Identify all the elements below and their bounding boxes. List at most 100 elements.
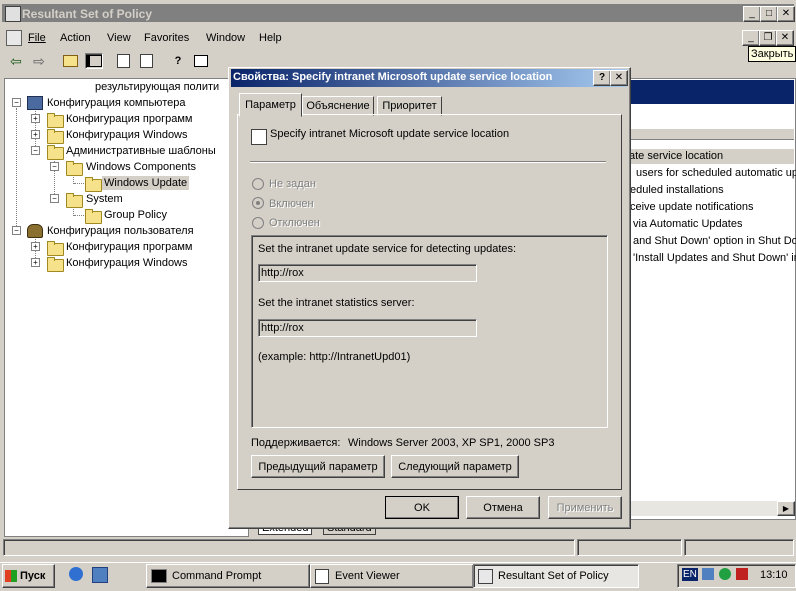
detect-label: Set the intranet update service for dete… — [258, 243, 517, 255]
tab-explain[interactable]: Объяснение — [302, 96, 374, 116]
export-list-icon[interactable] — [138, 54, 154, 68]
child-restore-button[interactable]: ❐ — [759, 30, 777, 46]
event-viewer-icon — [315, 568, 329, 584]
dialog-close-button[interactable]: ✕ — [610, 70, 628, 86]
tree-item-admin-templates[interactable]: Административные шаблоны — [66, 145, 216, 157]
expander-user-config[interactable]: − — [12, 226, 21, 235]
expander-windows-components[interactable]: − — [50, 162, 59, 171]
next-setting-button[interactable]: Следующий параметр — [391, 455, 519, 478]
windows-logo-icon — [5, 570, 17, 582]
app-icon — [5, 6, 21, 22]
tree-item-software-settings[interactable]: Конфигурация программ — [66, 113, 192, 125]
list-item[interactable]: and Shut Down' option in Shut Do — [633, 235, 796, 247]
menu-icon[interactable] — [6, 30, 22, 46]
menu-action[interactable]: Action — [60, 32, 91, 44]
menu-help[interactable]: Help — [259, 32, 282, 44]
menu-window[interactable]: Window — [206, 32, 245, 44]
start-button[interactable]: Пуск — [2, 564, 55, 588]
network-icon[interactable] — [702, 568, 714, 580]
detect-url-field[interactable]: http://rox — [258, 264, 477, 282]
folder-open-icon — [66, 161, 83, 176]
apply-button[interactable]: Применить — [548, 496, 622, 519]
ok-button[interactable]: OK — [385, 496, 459, 519]
radio-not-configured[interactable] — [252, 178, 264, 190]
child-close-button[interactable]: ✕ — [776, 30, 794, 46]
tree-item-system[interactable]: System — [86, 193, 123, 205]
list-item[interactable]: ate service location — [629, 150, 723, 162]
show-hide-action-pane-icon[interactable] — [193, 54, 209, 68]
task-command-prompt[interactable]: Command Prompt — [146, 564, 310, 588]
language-indicator[interactable]: EN — [682, 568, 698, 581]
menu-favorites[interactable]: Favorites — [144, 32, 189, 44]
supported-value: Windows Server 2003, XP SP1, 2000 SP3 — [348, 437, 555, 449]
radio-enabled[interactable] — [252, 197, 264, 209]
task-event-viewer[interactable]: Event Viewer — [310, 564, 474, 588]
tree-item-group-policy[interactable]: Group Policy — [104, 209, 167, 221]
stats-url-field[interactable]: http://rox — [258, 319, 477, 337]
list-item[interactable]: 'Install Updates and Shut Down' in — [633, 252, 796, 264]
show-tree-icon[interactable] — [85, 53, 103, 69]
command-prompt-icon — [151, 569, 167, 583]
help-icon[interactable]: ? — [170, 54, 186, 68]
task-rsop[interactable]: Resultant Set of Policy — [473, 564, 639, 588]
expander-user-windows-settings[interactable]: + — [31, 258, 40, 267]
list-item[interactable]: users for scheduled automatic up — [636, 167, 796, 179]
expander-admin-templates[interactable]: − — [31, 146, 40, 155]
details-column-header — [620, 129, 794, 140]
expander-windows-settings[interactable]: + — [31, 130, 40, 139]
close-button[interactable]: ✕ — [777, 6, 795, 22]
tab-precedence[interactable]: Приоритет — [377, 96, 442, 116]
status-bar-pane-1 — [3, 539, 575, 556]
radio-disabled[interactable] — [252, 217, 264, 229]
horizontal-scrollbar[interactable] — [620, 501, 794, 516]
tree-item-windows-settings[interactable]: Конфигурация Windows — [66, 129, 188, 141]
dialog-help-button[interactable]: ? — [593, 70, 611, 86]
tab-parameter[interactable]: Параметр — [239, 93, 302, 117]
quicklaunch-ie-icon[interactable] — [69, 567, 83, 581]
tree-item-windows-update[interactable]: Windows Update — [102, 176, 190, 190]
folder-icon — [47, 241, 64, 256]
cancel-button[interactable]: Отмена — [466, 496, 540, 519]
tree-item-user-software-settings[interactable]: Конфигурация программ — [66, 241, 192, 253]
properties-icon[interactable] — [115, 54, 131, 68]
status-green-icon[interactable] — [719, 568, 731, 580]
child-minimize-button[interactable]: _ — [742, 30, 760, 46]
folder-icon — [85, 209, 102, 224]
tree-item-windows-components[interactable]: Windows Components — [86, 161, 196, 173]
expander-user-software-settings[interactable]: + — [31, 242, 40, 251]
example-text: (example: http://IntranetUpd01) — [258, 351, 411, 363]
tree-root[interactable]: результирующая полити — [95, 81, 219, 93]
back-icon[interactable]: ⇦ — [8, 53, 24, 69]
window-title: Resultant Set of Policy — [22, 7, 153, 21]
scroll-right-arrow-icon[interactable]: ▶ — [777, 501, 795, 516]
expander-computer-config[interactable]: − — [12, 98, 21, 107]
list-item[interactable]: via Automatic Updates — [633, 218, 742, 230]
tree-item-user-config[interactable]: Конфигурация пользователя — [47, 225, 194, 237]
up-folder-icon[interactable] — [62, 54, 78, 68]
menu-file[interactable]: File — [28, 32, 46, 44]
folder-icon — [47, 113, 64, 128]
folder-icon — [47, 257, 64, 272]
list-item[interactable]: ceive update notifications — [630, 201, 754, 213]
radio-enabled-label: Включен — [269, 198, 314, 210]
folder-open-icon — [66, 193, 83, 208]
quicklaunch-desktop-icon[interactable] — [92, 567, 108, 583]
status-bar-pane-2 — [577, 539, 682, 556]
expander-software-settings[interactable]: + — [31, 114, 40, 123]
forward-icon[interactable]: ⇨ — [31, 53, 47, 69]
tree-item-user-windows-settings[interactable]: Конфигурация Windows — [66, 257, 188, 269]
separator — [250, 161, 606, 163]
security-shield-icon[interactable] — [736, 568, 748, 580]
minimize-button[interactable]: _ — [743, 6, 761, 22]
folder-open-icon — [85, 177, 102, 192]
radio-not-configured-label: Не задан — [269, 178, 316, 190]
radio-disabled-label: Отключен — [269, 217, 320, 229]
tree-item-computer-config[interactable]: Конфигурация компьютера — [47, 97, 185, 109]
expander-system[interactable]: − — [50, 194, 59, 203]
menu-view[interactable]: View — [107, 32, 131, 44]
folder-open-icon — [47, 145, 64, 160]
list-item[interactable]: eduled installations — [630, 184, 724, 196]
rsop-icon — [478, 568, 493, 584]
maximize-button[interactable]: □ — [760, 6, 778, 22]
previous-setting-button[interactable]: Предыдущий параметр — [251, 455, 385, 478]
